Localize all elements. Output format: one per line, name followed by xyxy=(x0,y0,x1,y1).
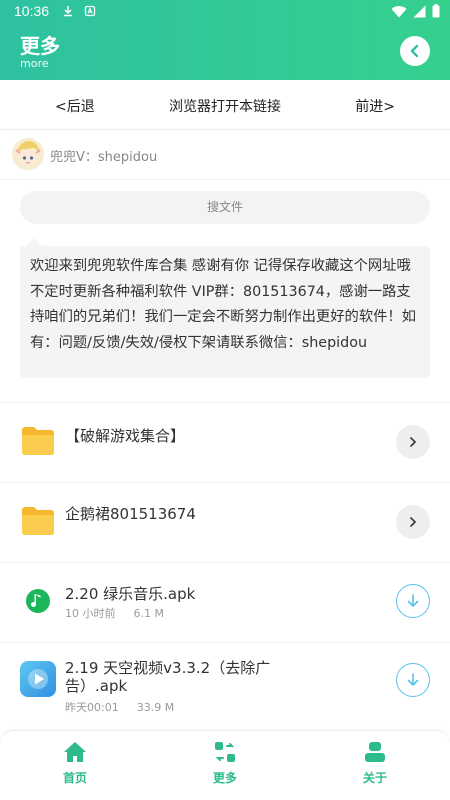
folder-icon xyxy=(22,427,54,455)
tab-about-label: 关于 xyxy=(362,771,387,785)
item-time: 10 小时前 xyxy=(65,607,116,620)
owner-name: 兜兜V：shepidou xyxy=(50,150,158,165)
bottom-tab-bar: 首页 更多 关于 xyxy=(0,730,450,800)
chevron-left-icon xyxy=(410,44,419,58)
item-title: 企鹅裙801513674 xyxy=(65,505,196,523)
item-meta: 昨天00:01 33.9 M xyxy=(65,699,174,715)
wifi-icon xyxy=(391,5,407,18)
item-title: 2.19 天空视频v3.3.2（去除广告）.apk xyxy=(65,659,271,695)
item-title: 2.20 绿乐音乐.apk xyxy=(65,585,196,603)
music-app-icon xyxy=(20,583,56,619)
user-icon xyxy=(365,742,385,762)
app-notification-icon xyxy=(84,5,95,16)
folder-row-games[interactable]: 【破解游戏集合】 xyxy=(0,402,450,482)
download-button[interactable] xyxy=(396,663,430,697)
video-app-icon xyxy=(20,661,56,697)
download-notification-icon xyxy=(64,5,72,16)
battery-icon xyxy=(432,4,440,18)
more-apps-icon xyxy=(215,742,235,762)
tab-home-label: 首页 xyxy=(62,771,87,785)
status-bar: 10:36 xyxy=(0,0,450,24)
system-icons xyxy=(391,4,440,18)
tab-about[interactable]: 关于 xyxy=(335,741,415,786)
notice-text: 欢迎来到兜兜软件库合集 感谢有你 记得保存收藏这个网址哦 不定时更新各种福利软件… xyxy=(20,246,430,378)
file-row-video[interactable]: 2.19 天空视频v3.3.2（去除广告）.apk 昨天00:01 33.9 M xyxy=(0,642,450,730)
folder-icon xyxy=(22,507,54,535)
item-size: 6.1 M xyxy=(133,607,164,620)
anime-avatar-icon xyxy=(12,138,44,170)
file-row-music[interactable]: 2.20 绿乐音乐.apk 10 小时前 6.1 M xyxy=(0,562,450,642)
nav-forward-link[interactable]: 前进> xyxy=(355,96,395,116)
download-arrow-icon xyxy=(407,594,419,607)
item-size: 33.9 M xyxy=(136,701,175,714)
item-title: 【破解游戏集合】 xyxy=(65,427,186,445)
open-folder-button[interactable] xyxy=(396,505,430,539)
open-folder-button[interactable] xyxy=(396,425,430,459)
chevron-right-icon xyxy=(410,517,417,527)
tab-home[interactable]: 首页 xyxy=(35,741,115,786)
search-input[interactable]: 搜文件 xyxy=(20,191,430,224)
back-button[interactable] xyxy=(400,36,430,66)
item-time: 昨天00:01 xyxy=(65,701,119,714)
folder-row-group[interactable]: 企鹅裙801513674 xyxy=(0,482,450,562)
download-button[interactable] xyxy=(396,584,430,618)
signal-icon xyxy=(413,5,426,17)
avatar[interactable] xyxy=(12,138,44,170)
chevron-right-icon xyxy=(410,437,417,447)
tab-more-label: 更多 xyxy=(212,771,237,785)
tab-more[interactable]: 更多 xyxy=(185,741,265,786)
owner-row: 兜兜V：shepidou xyxy=(0,130,450,180)
download-arrow-icon xyxy=(407,673,419,686)
notification-icons xyxy=(62,3,96,17)
browser-nav-bar: <后退 浏览器打开本链接 前进> xyxy=(0,80,450,130)
app-header: 10:36 更多 more xyxy=(0,0,450,80)
notice-pointer xyxy=(26,238,42,246)
page-subtitle: more xyxy=(20,57,49,70)
status-time: 10:36 xyxy=(14,3,50,19)
page-title: 更多 xyxy=(20,34,60,58)
home-icon xyxy=(64,742,86,762)
item-meta: 10 小时前 6.1 M xyxy=(65,605,164,621)
